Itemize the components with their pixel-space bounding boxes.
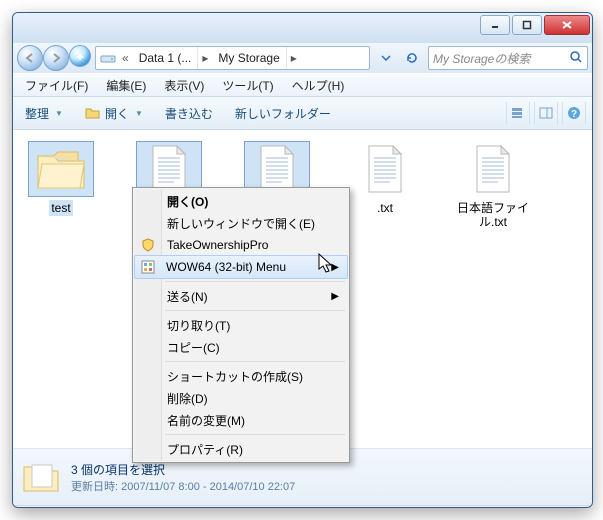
drive-icon	[100, 50, 116, 66]
open-button[interactable]: 開く▼	[79, 103, 149, 124]
folder-icon	[29, 142, 93, 196]
chevron-right-icon: ▶	[331, 262, 339, 273]
ctx-open-new-window[interactable]: 新しいウィンドウで開く(E)	[135, 212, 347, 234]
ctx-copy[interactable]: コピー(C)	[135, 336, 347, 358]
menu-edit[interactable]: 編集(E)	[98, 75, 154, 96]
chevron-down-icon: ▼	[55, 109, 63, 118]
file-label: .txt	[375, 200, 395, 216]
ctx-rename[interactable]: 名前の変更(M)	[135, 409, 347, 431]
help-button[interactable]: ?	[562, 102, 586, 124]
chevron-right-icon: «	[118, 51, 133, 65]
ctx-wow64-menu[interactable]: WOW64 (32-bit) Menu▶	[134, 255, 348, 279]
burn-button[interactable]: 書き込む	[159, 103, 219, 124]
preview-pane-button[interactable]	[534, 102, 558, 124]
details-icon	[21, 459, 61, 495]
file-item[interactable]: 日本語ファイル.txt	[453, 142, 533, 230]
back-button[interactable]	[17, 45, 43, 71]
new-folder-button[interactable]: 新しいフォルダー	[229, 103, 337, 124]
view-options-button[interactable]	[506, 102, 530, 124]
breadcrumb-seg-1[interactable]: Data 1 (...	[133, 47, 199, 69]
ctx-open[interactable]: 開く(O)	[135, 190, 347, 212]
explorer-window: « Data 1 (... ▸ My Storage ▸ My Storageの…	[12, 12, 593, 508]
file-label: test	[49, 200, 72, 216]
chevron-right-icon: ▸	[287, 51, 301, 65]
up-button[interactable]	[69, 45, 91, 67]
menu-bar: ファイル(F) 編集(E) 表示(V) ツール(T) ヘルプ(H)	[13, 73, 592, 97]
maximize-button[interactable]	[512, 15, 542, 35]
ctx-takeownershippro[interactable]: TakeOwnershipPro	[135, 234, 347, 256]
ctx-properties[interactable]: プロパティ(R)	[135, 438, 347, 460]
menu-help[interactable]: ヘルプ(H)	[284, 75, 353, 96]
command-bar: 整理▼ 開く▼ 書き込む 新しいフォルダー ?	[13, 97, 592, 130]
menu-file[interactable]: ファイル(F)	[17, 75, 96, 96]
details-date: 更新日時: 2007/11/07 8:00 - 2014/07/10 22:07	[71, 478, 295, 494]
search-box[interactable]: My Storageの検索	[428, 46, 588, 70]
svg-text:?: ?	[571, 109, 577, 120]
ctx-cut[interactable]: 切り取り(T)	[135, 314, 347, 336]
forward-button[interactable]	[43, 45, 69, 71]
details-title: 3 個の項目を選択	[71, 461, 295, 478]
breadcrumb-seg-2[interactable]: My Storage	[212, 47, 286, 69]
title-bar	[13, 13, 592, 43]
file-item[interactable]: .txt	[345, 142, 425, 230]
file-label: 日本語ファイル.txt	[453, 200, 533, 230]
context-menu: 開く(O) 新しいウィンドウで開く(E) TakeOwnershipPro WO…	[132, 187, 350, 463]
chevron-right-icon: ▶	[331, 291, 339, 302]
refresh-button[interactable]	[400, 46, 424, 70]
minimize-button[interactable]	[480, 15, 510, 35]
menu-view[interactable]: 表示(V)	[156, 75, 212, 96]
text-file-icon	[353, 142, 417, 196]
app-icon	[140, 259, 156, 275]
chevron-down-icon: ▼	[135, 109, 143, 118]
search-icon	[569, 50, 583, 67]
history-dropdown-button[interactable]	[374, 46, 398, 70]
menu-tools[interactable]: ツール(T)	[214, 75, 281, 96]
file-item[interactable]: test	[21, 142, 101, 230]
text-file-icon	[461, 142, 525, 196]
ctx-sendto[interactable]: 送る(N)▶	[135, 285, 347, 307]
address-bar[interactable]: « Data 1 (... ▸ My Storage ▸	[95, 46, 370, 70]
organize-button[interactable]: 整理▼	[19, 103, 69, 124]
search-placeholder: My Storageの検索	[433, 50, 530, 67]
ctx-create-shortcut[interactable]: ショートカットの作成(S)	[135, 365, 347, 387]
ctx-delete[interactable]: 削除(D)	[135, 387, 347, 409]
folder-open-icon	[85, 106, 101, 120]
close-button[interactable]	[544, 15, 590, 35]
nav-bar: « Data 1 (... ▸ My Storage ▸ My Storageの…	[13, 43, 592, 73]
status-bar: WOW64 (32-bit) Menu	[13, 505, 592, 508]
shield-icon	[140, 237, 156, 253]
chevron-right-icon: ▸	[198, 51, 212, 65]
